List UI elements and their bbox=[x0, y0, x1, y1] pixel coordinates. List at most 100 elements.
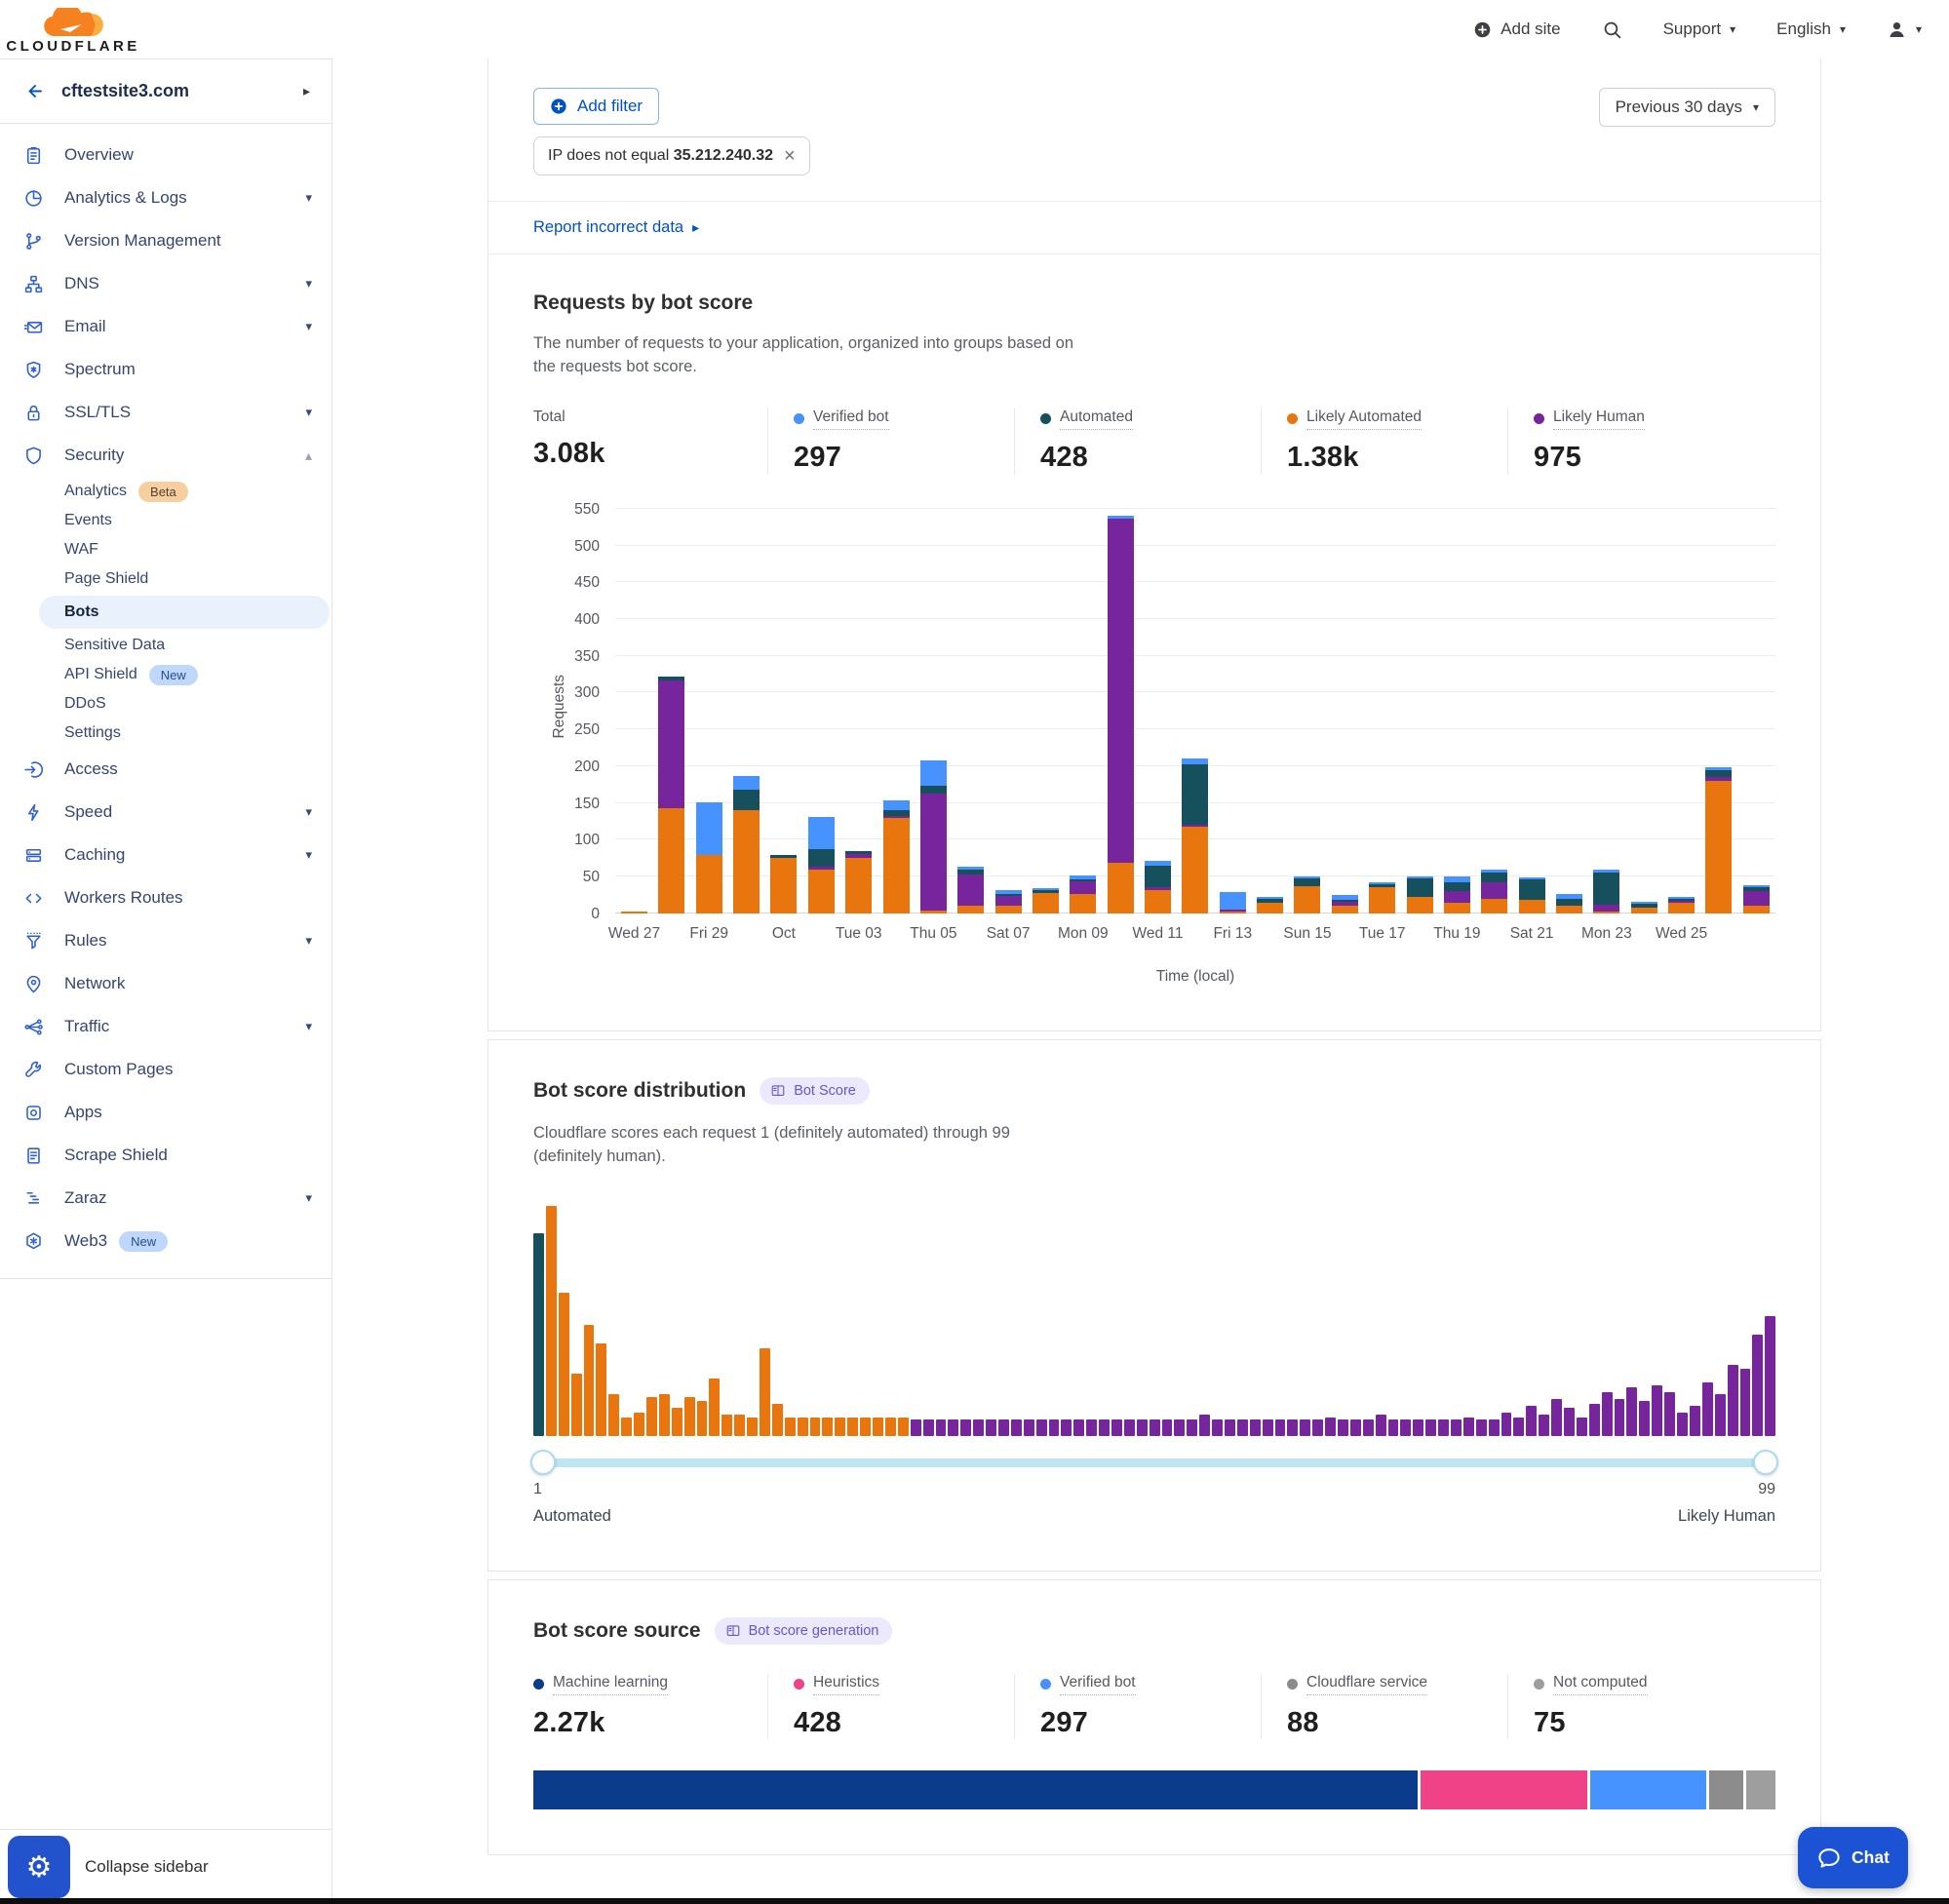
hist-bar-score-94[interactable] bbox=[1702, 1382, 1713, 1435]
hist-bar-score-19[interactable] bbox=[760, 1348, 770, 1436]
hist-bar-score-42[interactable] bbox=[1049, 1419, 1060, 1436]
hist-bar-score-43[interactable] bbox=[1061, 1419, 1072, 1436]
hist-bar-score-63[interactable] bbox=[1312, 1419, 1323, 1436]
hist-bar-score-14[interactable] bbox=[697, 1401, 708, 1435]
sidebar-item-api-shield[interactable]: API ShieldNew bbox=[0, 660, 331, 689]
hist-bar-score-37[interactable] bbox=[986, 1419, 996, 1436]
sidebar-item-speed[interactable]: Speed▾ bbox=[0, 791, 331, 834]
bar-mon-09[interactable] bbox=[1070, 875, 1096, 913]
bar-day-22[interactable] bbox=[1407, 876, 1433, 913]
hist-bar-score-77[interactable] bbox=[1489, 1419, 1500, 1436]
hist-bar-score-71[interactable] bbox=[1413, 1419, 1423, 1436]
hist-bar-score-33[interactable] bbox=[936, 1419, 947, 1436]
hist-bar-score-24[interactable] bbox=[822, 1418, 833, 1436]
sidebar-item-rules[interactable]: Rules▾ bbox=[0, 919, 331, 962]
hist-bar-score-16[interactable] bbox=[721, 1415, 732, 1435]
hist-bar-score-21[interactable] bbox=[785, 1418, 796, 1436]
sidebar-item-web3[interactable]: Web3New bbox=[0, 1220, 331, 1263]
hist-bar-score-54[interactable] bbox=[1199, 1415, 1210, 1435]
hist-bar-score-59[interactable] bbox=[1263, 1419, 1273, 1436]
stat-label-text[interactable]: Heuristics bbox=[813, 1674, 879, 1695]
slider-track[interactable] bbox=[541, 1458, 1768, 1467]
bar-day-24[interactable] bbox=[1481, 870, 1507, 913]
slider-handle-min[interactable] bbox=[530, 1450, 556, 1475]
sidebar-item-email[interactable]: Email▾ bbox=[0, 305, 331, 348]
hist-bar-score-2[interactable] bbox=[546, 1206, 557, 1436]
collapse-sidebar-button[interactable]: Collapse sidebar bbox=[85, 1857, 209, 1877]
bar-day-4[interactable] bbox=[733, 776, 760, 913]
stat-label-text[interactable]: Automated bbox=[1060, 408, 1133, 430]
bar-day-18[interactable] bbox=[1257, 897, 1283, 913]
hist-bar-score-3[interactable] bbox=[559, 1293, 569, 1435]
sidebar-item-apps[interactable]: Apps bbox=[0, 1091, 331, 1134]
stat-label-text[interactable]: Likely Automated bbox=[1306, 408, 1422, 430]
hist-bar-score-55[interactable] bbox=[1212, 1419, 1223, 1436]
hist-bar-score-64[interactable] bbox=[1325, 1418, 1336, 1436]
hist-bar-score-36[interactable] bbox=[973, 1419, 984, 1436]
sidebar-item-spectrum[interactable]: Spectrum bbox=[0, 348, 331, 391]
hist-bar-score-92[interactable] bbox=[1677, 1413, 1688, 1436]
sidebar-item-version-management[interactable]: Version Management bbox=[0, 219, 331, 262]
hist-bar-score-69[interactable] bbox=[1388, 1419, 1399, 1436]
sidebar-item-dns[interactable]: DNS▾ bbox=[0, 262, 331, 305]
hist-bar-score-88[interactable] bbox=[1626, 1387, 1637, 1436]
hist-bar-score-76[interactable] bbox=[1476, 1419, 1487, 1436]
hist-bar-score-4[interactable] bbox=[571, 1374, 582, 1436]
hist-bar-score-47[interactable] bbox=[1111, 1419, 1122, 1436]
hist-bar-score-78[interactable] bbox=[1501, 1413, 1512, 1436]
hist-bar-score-97[interactable] bbox=[1740, 1369, 1751, 1435]
sidebar-item-events[interactable]: Events bbox=[0, 506, 331, 535]
bar-wed-11[interactable] bbox=[1145, 861, 1171, 913]
hist-bar-score-72[interactable] bbox=[1425, 1419, 1436, 1436]
source-segment-cloudflare-service[interactable] bbox=[1709, 1770, 1743, 1809]
sidebar-item-overview[interactable]: Overview bbox=[0, 134, 331, 176]
bar-fri-13[interactable] bbox=[1220, 892, 1246, 913]
stat-label-text[interactable]: Likely Human bbox=[1553, 408, 1645, 430]
bar-tue-03[interactable] bbox=[845, 851, 872, 913]
hist-bar-score-49[interactable] bbox=[1137, 1419, 1148, 1436]
hist-bar-score-80[interactable] bbox=[1526, 1406, 1537, 1436]
hist-bar-score-15[interactable] bbox=[709, 1379, 720, 1436]
hist-bar-score-45[interactable] bbox=[1086, 1419, 1097, 1436]
sidebar-item-zaraz[interactable]: Zaraz▾ bbox=[0, 1177, 331, 1220]
hist-bar-score-38[interactable] bbox=[998, 1419, 1009, 1436]
sidebar-item-network[interactable]: Network bbox=[0, 962, 331, 1005]
hist-bar-score-13[interactable] bbox=[684, 1397, 695, 1436]
sidebar-item-caching[interactable]: Caching▾ bbox=[0, 834, 331, 876]
sidebar-item-security-analytics[interactable]: AnalyticsBeta bbox=[0, 477, 331, 506]
hist-bar-score-20[interactable] bbox=[772, 1404, 783, 1436]
add-filter-button[interactable]: Add filter bbox=[533, 88, 659, 125]
bar-thu-05[interactable] bbox=[920, 760, 947, 913]
hist-bar-score-29[interactable] bbox=[885, 1418, 896, 1436]
bar-tue-17[interactable] bbox=[1369, 882, 1395, 913]
hist-bar-score-73[interactable] bbox=[1438, 1419, 1449, 1436]
hist-bar-score-57[interactable] bbox=[1237, 1419, 1248, 1436]
bar-day-30[interactable] bbox=[1705, 767, 1732, 913]
hist-bar-score-1[interactable] bbox=[533, 1233, 544, 1436]
language-menu[interactable]: English ▾ bbox=[1776, 19, 1846, 39]
hist-bar-score-26[interactable] bbox=[847, 1418, 858, 1436]
bot-score-generation-badge[interactable]: Bot score generation bbox=[715, 1617, 893, 1645]
hist-bar-score-79[interactable] bbox=[1513, 1418, 1524, 1436]
bar-day-16[interactable] bbox=[1182, 758, 1208, 913]
hist-bar-score-67[interactable] bbox=[1363, 1419, 1374, 1436]
hist-bar-score-39[interactable] bbox=[1011, 1419, 1022, 1436]
bar-day-12[interactable] bbox=[1033, 888, 1059, 913]
bar-wed-25[interactable] bbox=[1668, 897, 1695, 913]
bar-day-26[interactable] bbox=[1556, 894, 1582, 913]
stat-label-text[interactable]: Verified bot bbox=[813, 408, 889, 430]
sidebar-item-waf[interactable]: WAF bbox=[0, 535, 331, 564]
bar-mon-23[interactable] bbox=[1593, 870, 1619, 913]
hist-bar-score-23[interactable] bbox=[810, 1418, 821, 1436]
hist-bar-score-65[interactable] bbox=[1338, 1419, 1348, 1436]
hist-bar-score-98[interactable] bbox=[1752, 1335, 1763, 1436]
slider-handle-max[interactable] bbox=[1753, 1450, 1778, 1475]
hist-bar-score-81[interactable] bbox=[1539, 1415, 1549, 1435]
hist-bar-score-41[interactable] bbox=[1036, 1419, 1047, 1436]
sidebar-item-settings[interactable]: Settings bbox=[0, 719, 331, 748]
hist-bar-score-87[interactable] bbox=[1615, 1399, 1625, 1436]
sidebar-item-ddos[interactable]: DDoS bbox=[0, 689, 331, 719]
hist-bar-score-22[interactable] bbox=[798, 1418, 808, 1436]
hist-bar-score-61[interactable] bbox=[1287, 1419, 1298, 1436]
stat-label-text[interactable]: Verified bot bbox=[1060, 1674, 1136, 1695]
